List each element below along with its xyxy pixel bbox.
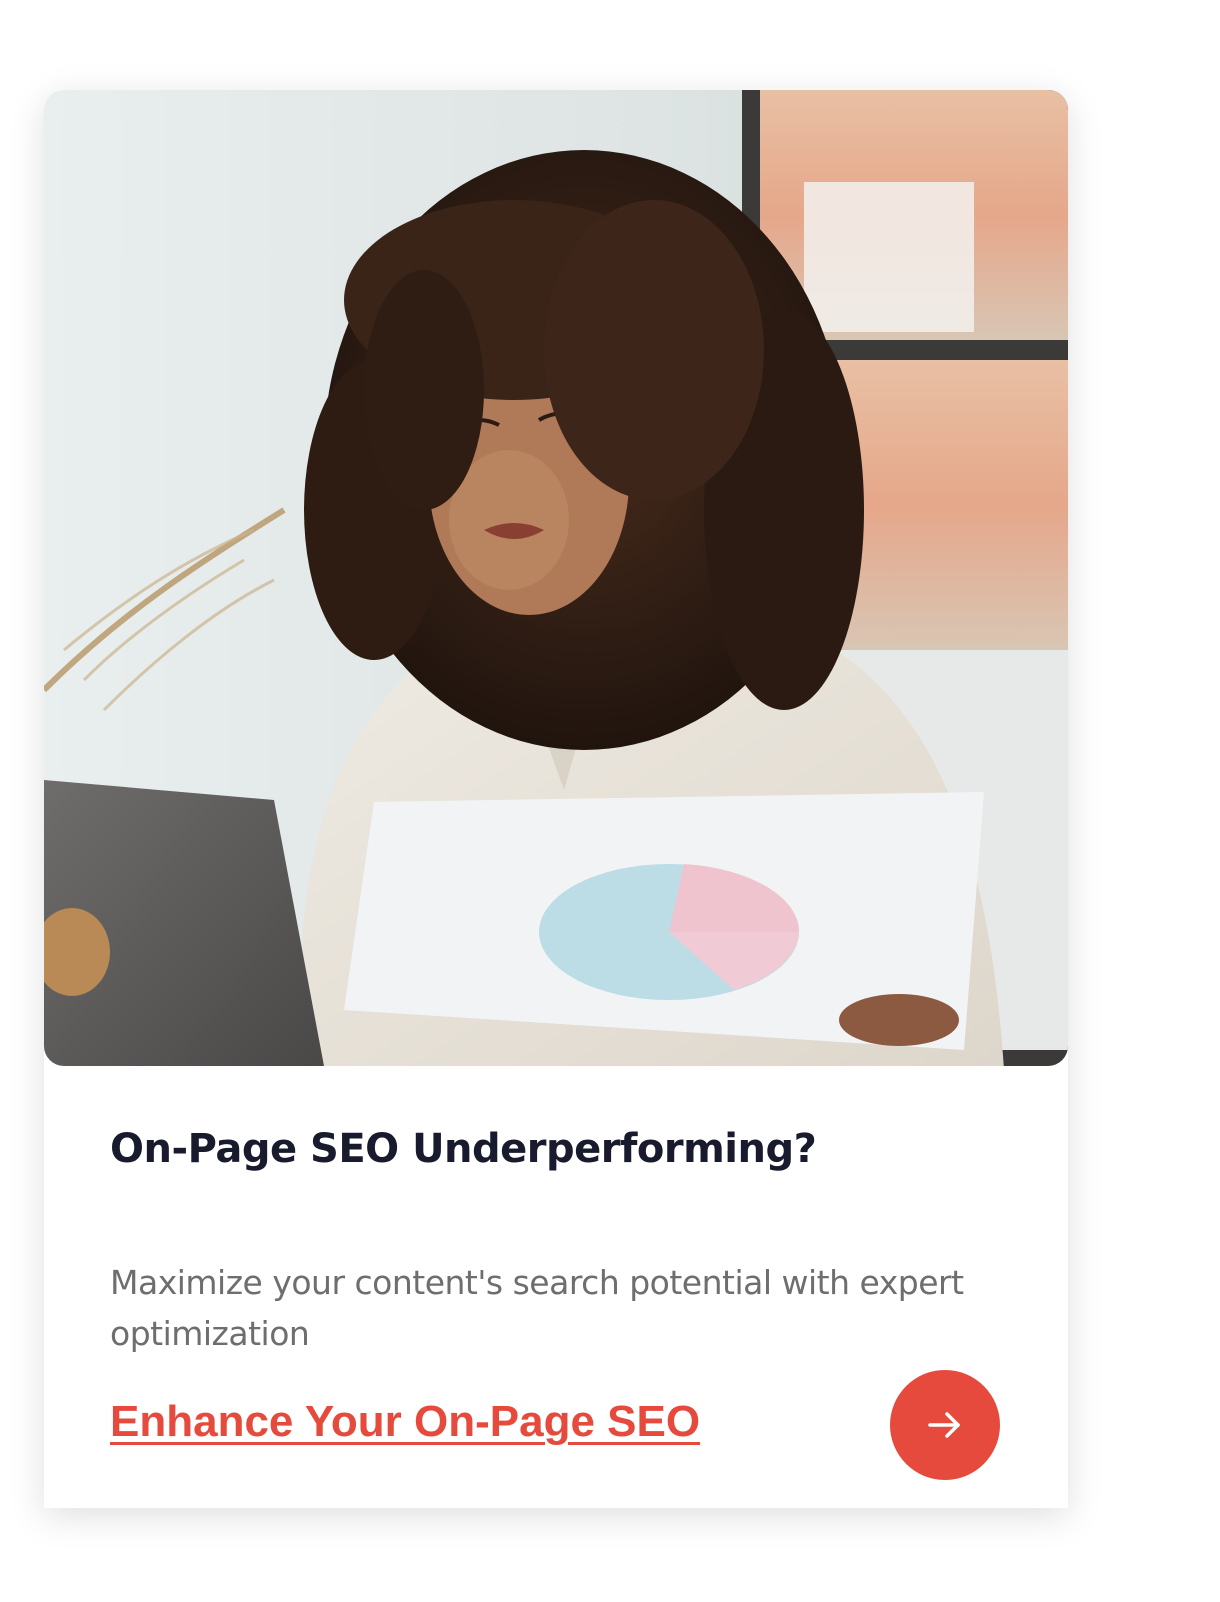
card-description: Maximize your content's search potential…: [110, 1263, 964, 1353]
arrow-right-icon: [926, 1406, 964, 1444]
service-card: On-Page SEO Underperforming? Maximize yo…: [44, 90, 1068, 1508]
hero-photo: [44, 90, 1068, 1066]
card-title: On-Page SEO Underperforming?: [110, 1126, 817, 1172]
cta-arrow-button[interactable]: [890, 1370, 1000, 1480]
cta-link[interactable]: Enhance Your On-Page SEO: [110, 1396, 700, 1449]
